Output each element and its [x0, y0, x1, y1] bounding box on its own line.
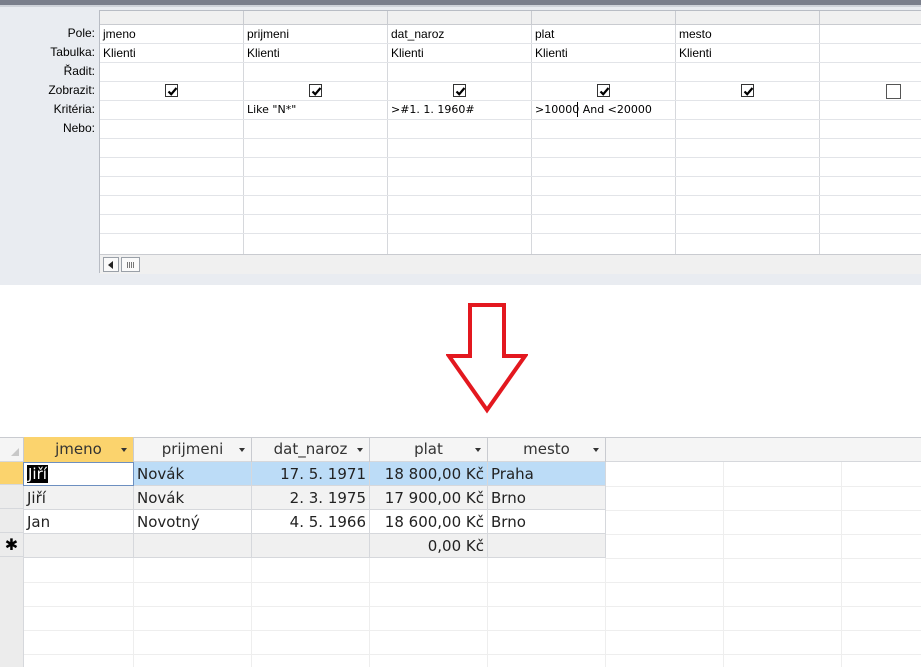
record-selector-column: ✱	[0, 462, 24, 667]
table-cell[interactable]: Klienti	[676, 44, 712, 62]
column-header-plat[interactable]: plat	[370, 437, 488, 462]
show-checkbox-plat[interactable]	[597, 84, 610, 97]
dropdown-arrow-icon[interactable]	[121, 448, 127, 452]
field-cell-prijmeni[interactable]: prijmeni	[244, 25, 289, 43]
field-cell-empty[interactable]	[820, 25, 921, 43]
record-selector[interactable]	[0, 510, 23, 533]
column-header-label: dat_naroz	[273, 440, 348, 458]
query-design-pane: Pole: Tabulka: Řadit: Zobrazit: Kritéria…	[0, 0, 921, 285]
cell-plat[interactable]: 18 800,00 Kč	[370, 462, 488, 486]
column-selector[interactable]	[532, 11, 676, 25]
column-header-label: mesto	[523, 440, 570, 458]
cell-plat[interactable]: 0,00 Kč	[370, 534, 488, 558]
field-cell-mesto[interactable]: mesto	[676, 25, 712, 43]
criteria-cell-plat[interactable]: >10000 And <20000	[532, 101, 652, 119]
checkmark-icon	[455, 87, 466, 96]
cell-jmeno[interactable]	[24, 534, 134, 558]
cell-plat[interactable]: 18 600,00 Kč	[370, 510, 488, 534]
cell-mesto[interactable]: Brno	[488, 510, 606, 534]
field-cell-plat[interactable]: plat	[532, 25, 554, 43]
show-checkbox-mesto[interactable]	[741, 84, 754, 97]
dropdown-arrow-icon[interactable]	[475, 448, 481, 452]
column-header-jmeno[interactable]: jmeno	[24, 437, 134, 462]
row-label-pole: Pole:	[67, 26, 95, 40]
cell-prijmeni[interactable]: Novák	[134, 462, 252, 486]
checkmark-icon	[167, 87, 178, 96]
query-result-datasheet: jmeno prijmeni dat_naroz plat mesto ✱ Ji…	[0, 437, 921, 667]
column-header-label: plat	[414, 440, 443, 458]
table-cell[interactable]: Klienti	[100, 44, 136, 62]
criteria-cell-prijmeni[interactable]: Like "N*"	[244, 101, 296, 119]
column-selector[interactable]	[820, 11, 921, 25]
checkmark-icon	[599, 87, 610, 96]
column-selector[interactable]	[100, 11, 244, 25]
cell-mesto[interactable]: Praha	[488, 462, 606, 486]
show-checkbox-empty[interactable]	[886, 84, 901, 99]
row-label-zobrazit: Zobrazit:	[48, 83, 95, 97]
column-header-dat-naroz[interactable]: dat_naroz	[252, 437, 370, 462]
field-cell-dat-naroz[interactable]: dat_naroz	[388, 25, 444, 43]
show-checkbox-prijmeni[interactable]	[309, 84, 322, 97]
column-header-label: prijmeni	[161, 440, 224, 458]
dropdown-arrow-icon[interactable]	[593, 448, 599, 452]
scroll-left-arrow-icon[interactable]	[103, 257, 119, 272]
criteria-cell-dat-naroz[interactable]: >#1. 1. 1960#	[388, 101, 475, 119]
new-record-icon[interactable]: ✱	[0, 534, 23, 557]
dropdown-arrow-icon[interactable]	[357, 448, 363, 452]
column-header-mesto[interactable]: mesto	[488, 437, 606, 462]
table-cell[interactable]: Klienti	[244, 44, 280, 62]
cell-mesto[interactable]	[488, 534, 606, 558]
cell-dat-naroz[interactable]: 2. 3. 1975	[252, 486, 370, 510]
horizontal-scrollbar[interactable]	[100, 254, 921, 274]
table-cell[interactable]: Klienti	[532, 44, 568, 62]
field-cell-jmeno[interactable]: jmeno	[100, 25, 136, 43]
cell-prijmeni[interactable]: Novák	[134, 486, 252, 510]
cell-plat[interactable]: 17 900,00 Kč	[370, 486, 488, 510]
cell-jmeno[interactable]: Jiří	[24, 486, 134, 510]
cell-prijmeni[interactable]: Novotný	[134, 510, 252, 534]
cell-prijmeni[interactable]	[134, 534, 252, 558]
table-cell[interactable]: Klienti	[388, 44, 424, 62]
row-label-radit: Řadit:	[63, 64, 95, 78]
record-selector[interactable]	[0, 486, 23, 509]
cell-dat-naroz[interactable]	[252, 534, 370, 558]
column-selector[interactable]	[244, 11, 388, 25]
dropdown-arrow-icon[interactable]	[239, 448, 245, 452]
row-label-nebo: Nebo:	[62, 121, 95, 135]
down-arrow-icon	[446, 303, 528, 414]
column-header-label: jmeno	[55, 440, 102, 458]
active-cell-outline	[23, 462, 134, 486]
row-label-tabulka: Tabulka:	[50, 45, 95, 59]
checkmark-icon	[311, 87, 322, 96]
cell-mesto[interactable]: Brno	[488, 486, 606, 510]
column-selector[interactable]	[676, 11, 820, 25]
scroll-thumb[interactable]	[121, 257, 140, 272]
cell-dat-naroz[interactable]: 4. 5. 1966	[252, 510, 370, 534]
text-caret	[577, 102, 578, 117]
cell-jmeno[interactable]: Jan	[24, 510, 134, 534]
show-checkbox-dat-naroz[interactable]	[453, 84, 466, 97]
column-header-prijmeni[interactable]: prijmeni	[134, 437, 252, 462]
checkmark-icon	[743, 87, 754, 96]
select-all-corner[interactable]	[0, 437, 24, 462]
query-design-grid: jmeno prijmeni dat_naroz plat mesto Klie…	[99, 10, 921, 274]
record-selector[interactable]	[0, 462, 23, 485]
cell-dat-naroz[interactable]: 17. 5. 1971	[252, 462, 370, 486]
row-label-kriteria: Kritéria:	[53, 102, 95, 116]
show-checkbox-jmeno[interactable]	[165, 84, 178, 97]
design-splitter[interactable]	[0, 0, 921, 7]
column-selector[interactable]	[388, 11, 532, 25]
